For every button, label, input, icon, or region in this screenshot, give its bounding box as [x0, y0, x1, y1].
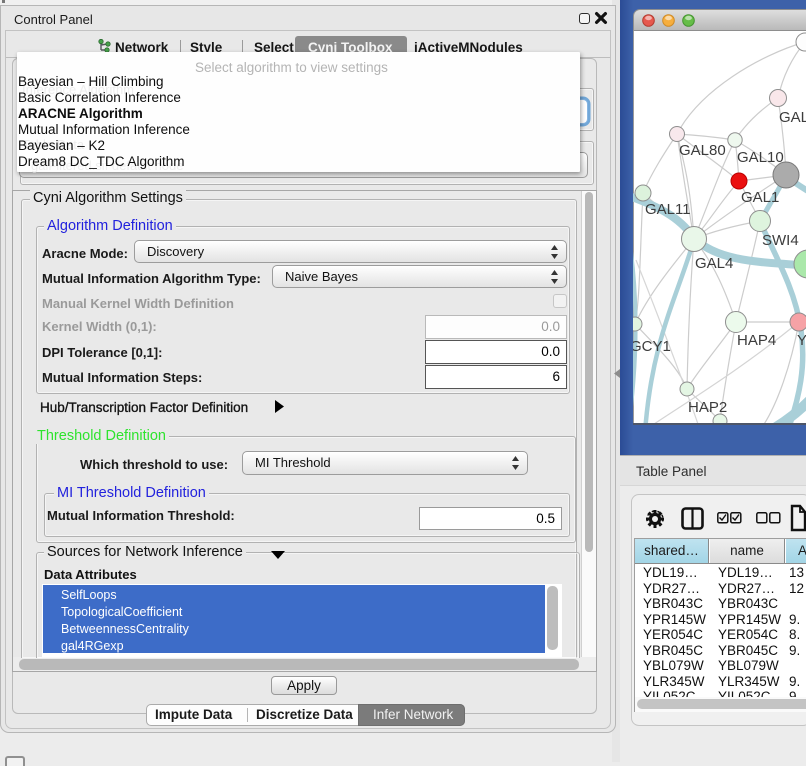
svg-text:GAL80: GAL80	[679, 142, 726, 159]
svg-text:GAL4: GAL4	[695, 255, 733, 272]
svg-text:Y: Y	[797, 332, 806, 349]
svg-text:SWI4: SWI4	[762, 232, 799, 249]
svg-text:GAL11: GAL11	[645, 201, 691, 218]
svg-text:GAL2: GAL2	[779, 109, 806, 126]
svg-text:HAP4: HAP4	[737, 332, 776, 349]
svg-text:HAP2: HAP2	[688, 399, 727, 416]
svg-text:GCY1: GCY1	[633, 338, 671, 355]
svg-text:GAL1: GAL1	[741, 189, 779, 206]
svg-text:GAL10: GAL10	[737, 149, 784, 166]
